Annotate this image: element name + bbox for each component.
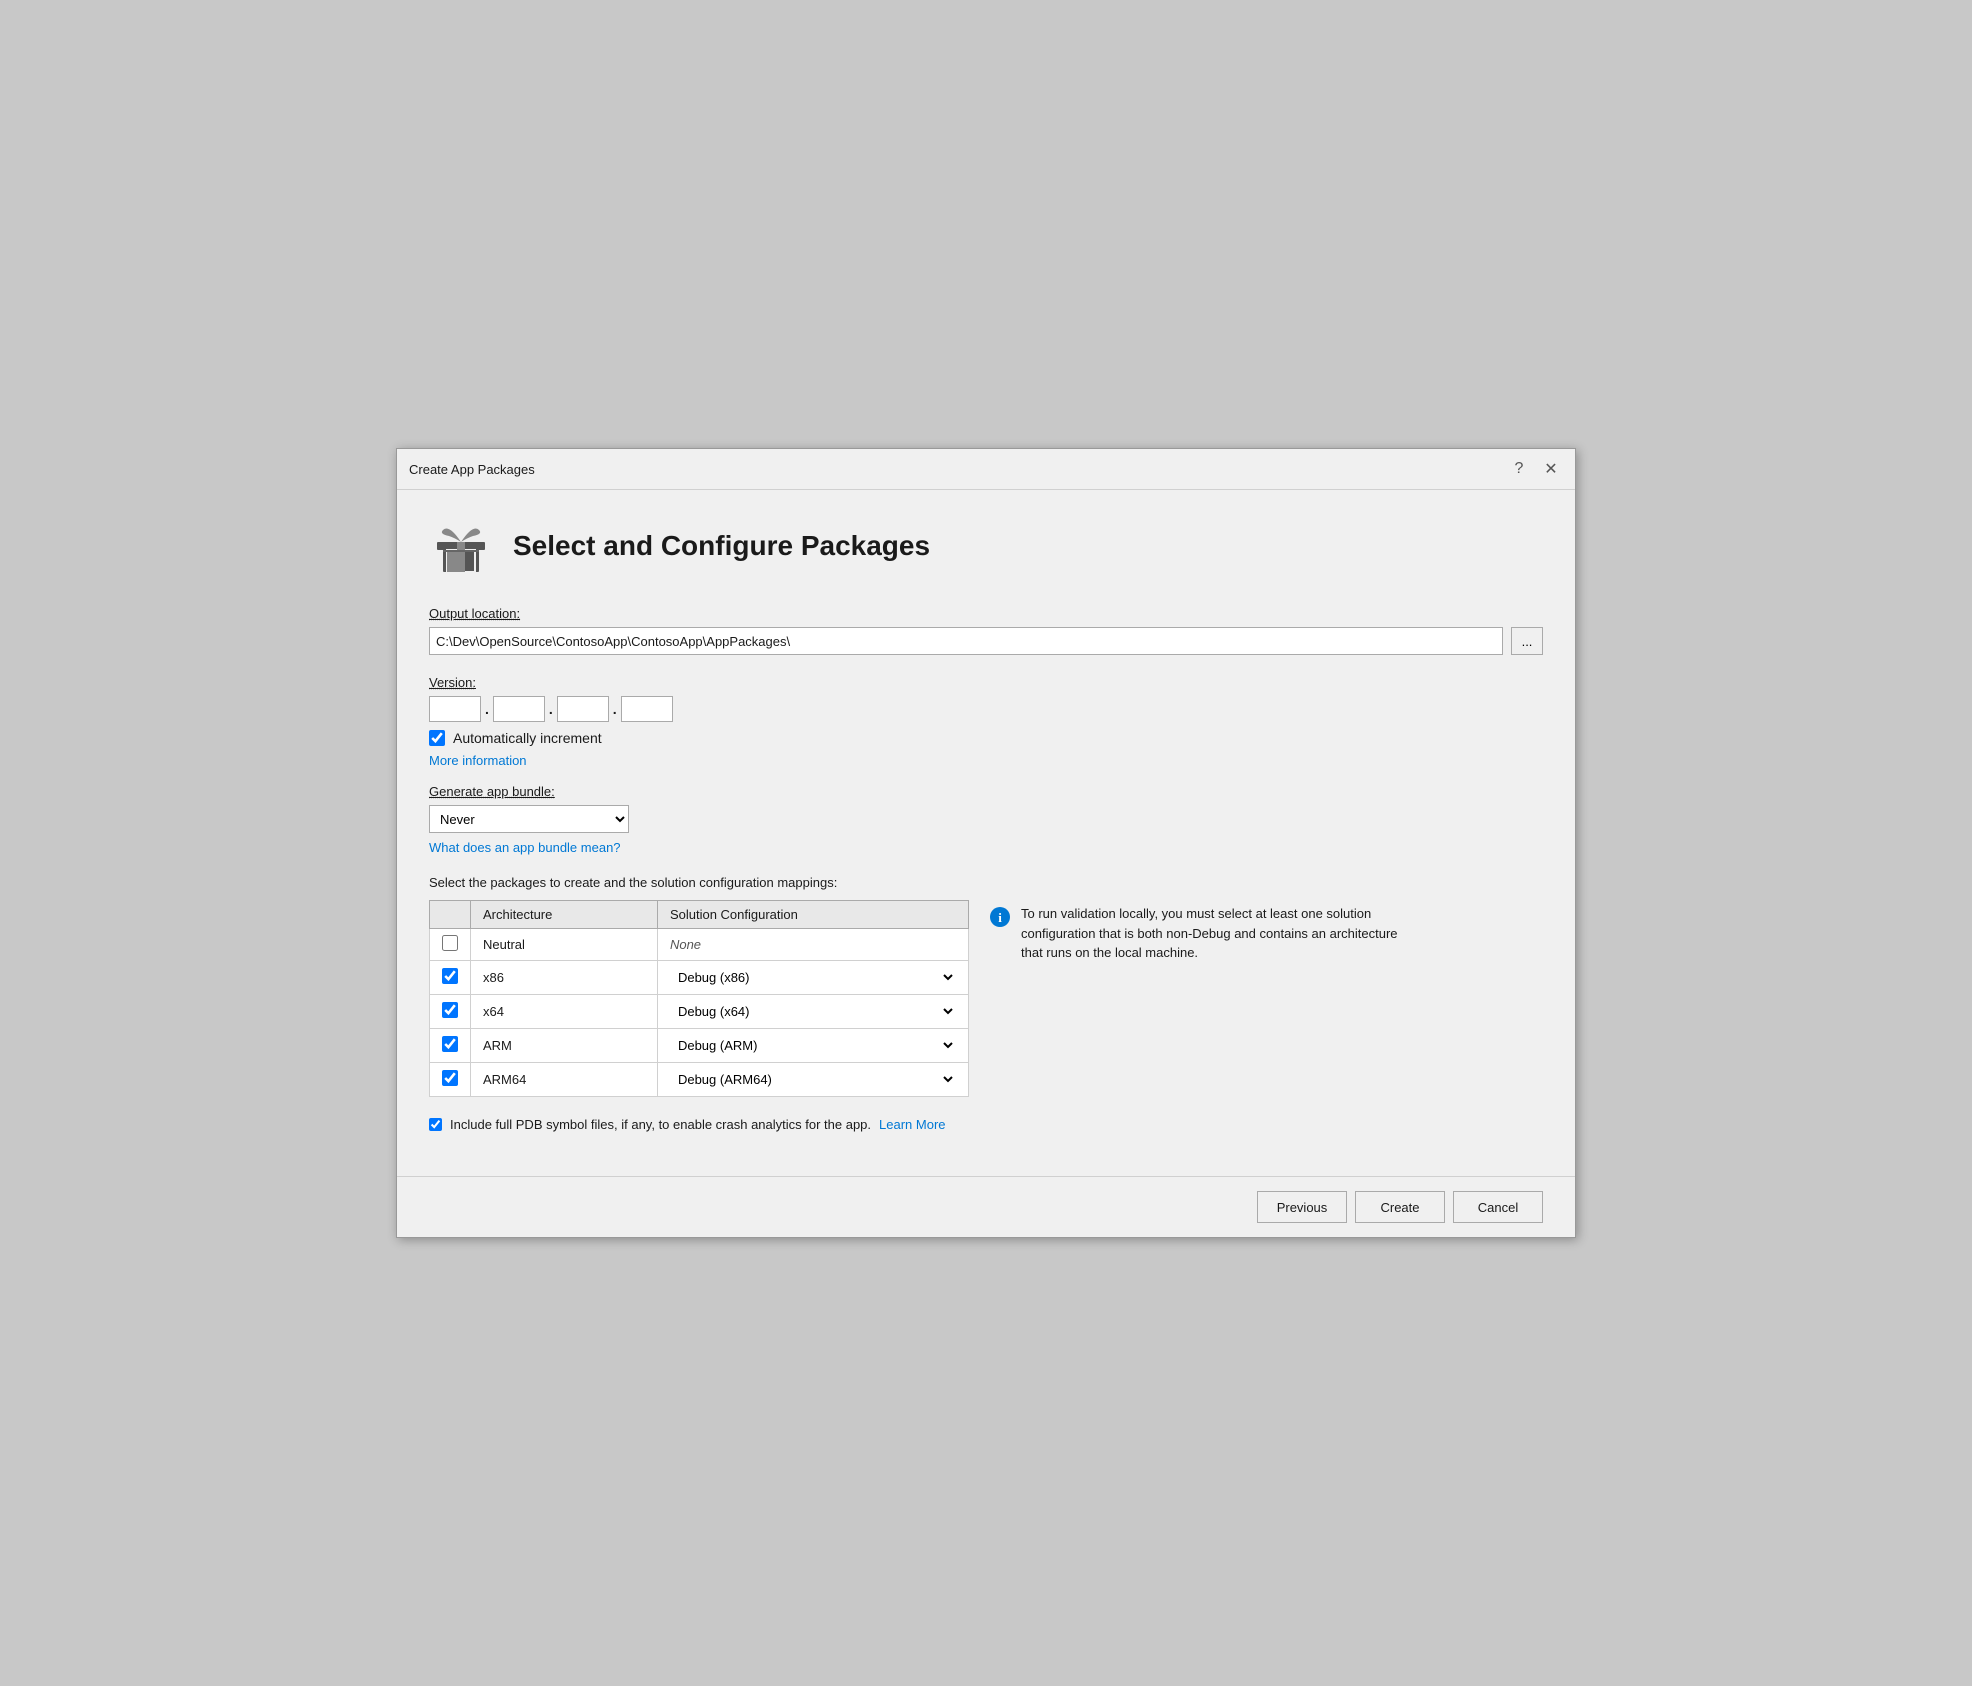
table-row: ARM Debug (x86) Debug (x64) Debug (ARM) …	[430, 1029, 969, 1063]
help-button[interactable]: ?	[1507, 457, 1531, 481]
pkg-config-select-x86[interactable]: Debug (x86) Debug (x64) Debug (ARM) Debu…	[670, 967, 956, 988]
version-dot-1: .	[485, 701, 489, 717]
version-dot-2: .	[549, 701, 553, 717]
pdb-row: Include full PDB symbol files, if any, t…	[429, 1117, 1543, 1132]
bundle-label: Generate app bundle:	[429, 784, 1543, 799]
close-button[interactable]: ✕	[1539, 457, 1563, 481]
page-title: Select and Configure Packages	[513, 530, 930, 562]
packages-content: Architecture Solution Configuration Neut…	[429, 900, 1543, 1097]
row-arch-neutral: Neutral	[471, 929, 658, 961]
version-section: Version: 1 . 0 . 1 . 0 Automatically inc…	[429, 675, 1543, 768]
title-bar-right: ? ✕	[1507, 457, 1563, 481]
output-row: ...	[429, 627, 1543, 655]
row-checkbox-cell	[430, 929, 471, 961]
create-button[interactable]: Create	[1355, 1191, 1445, 1223]
info-icon: i	[989, 906, 1011, 928]
title-bar-left: Create App Packages	[409, 462, 535, 477]
bundle-info-link[interactable]: What does an app bundle mean?	[429, 840, 621, 855]
row-config-neutral: None	[657, 929, 968, 961]
learn-more-link[interactable]: Learn More	[879, 1117, 945, 1132]
row-config-arm: Debug (x86) Debug (x64) Debug (ARM) Debu…	[657, 1029, 968, 1063]
output-path-input[interactable]	[429, 627, 1503, 655]
bundle-dropdown-row: Never Always If needed	[429, 805, 1543, 833]
cancel-button[interactable]: Cancel	[1453, 1191, 1543, 1223]
pkg-config-select-x64[interactable]: Debug (x86) Debug (x64) Debug (ARM) Debu…	[670, 1001, 956, 1022]
footer: Previous Create Cancel	[397, 1176, 1575, 1237]
info-text: To run validation locally, you must sele…	[1021, 904, 1409, 963]
row-config-x86: Debug (x86) Debug (x64) Debug (ARM) Debu…	[657, 961, 968, 995]
pkg-config-select-arm[interactable]: Debug (x86) Debug (x64) Debug (ARM) Debu…	[670, 1035, 956, 1056]
pkg-checkbox-arm64[interactable]	[442, 1070, 458, 1086]
packages-table-wrapper: Architecture Solution Configuration Neut…	[429, 900, 969, 1097]
row-config-arm64: Debug (x86) Debug (x64) Debug (ARM) Debu…	[657, 1063, 968, 1097]
pkg-checkbox-neutral[interactable]	[442, 935, 458, 951]
row-arch-x64: x64	[471, 995, 658, 1029]
pkg-checkbox-x86[interactable]	[442, 968, 458, 984]
output-location-section: Output location: ...	[429, 606, 1543, 655]
col-header-checkbox	[430, 901, 471, 929]
row-arch-arm64: ARM64	[471, 1063, 658, 1097]
table-row: x64 Debug (x86) Debug (x64) Debug (ARM) …	[430, 995, 969, 1029]
pkg-checkbox-x64[interactable]	[442, 1002, 458, 1018]
pdb-checkbox[interactable]	[429, 1118, 442, 1131]
packages-section-label: Select the packages to create and the so…	[429, 875, 1543, 890]
app-icon	[429, 514, 493, 578]
col-header-solution-config: Solution Configuration	[657, 901, 968, 929]
previous-button[interactable]: Previous	[1257, 1191, 1347, 1223]
main-content: Select and Configure Packages Output loc…	[397, 490, 1575, 1176]
version-dot-3: .	[613, 701, 617, 717]
table-row: x86 Debug (x86) Debug (x64) Debug (ARM) …	[430, 961, 969, 995]
auto-increment-row: Automatically increment	[429, 730, 1543, 746]
dialog: Create App Packages ? ✕	[396, 448, 1576, 1238]
row-config-x64: Debug (x86) Debug (x64) Debug (ARM) Debu…	[657, 995, 968, 1029]
pdb-label: Include full PDB symbol files, if any, t…	[450, 1117, 871, 1132]
row-checkbox-cell	[430, 961, 471, 995]
version-label: Version:	[429, 675, 1543, 690]
auto-increment-label: Automatically increment	[453, 730, 602, 746]
version-major[interactable]: 1	[429, 696, 481, 722]
info-box: i To run validation locally, you must se…	[989, 900, 1409, 963]
row-checkbox-cell	[430, 1063, 471, 1097]
version-minor[interactable]: 0	[493, 696, 545, 722]
col-header-architecture: Architecture	[471, 901, 658, 929]
svg-text:i: i	[998, 910, 1002, 925]
row-arch-x86: x86	[471, 961, 658, 995]
row-checkbox-cell	[430, 1029, 471, 1063]
more-info-link[interactable]: More information	[429, 753, 527, 768]
bundle-section: Generate app bundle: Never Always If nee…	[429, 784, 1543, 855]
header-section: Select and Configure Packages	[429, 514, 1543, 578]
pkg-config-select-arm64[interactable]: Debug (x86) Debug (x64) Debug (ARM) Debu…	[670, 1069, 956, 1090]
version-revision[interactable]: 0	[621, 696, 673, 722]
pkg-checkbox-arm[interactable]	[442, 1036, 458, 1052]
packages-section: Select the packages to create and the so…	[429, 875, 1543, 1097]
packages-table: Architecture Solution Configuration Neut…	[429, 900, 969, 1097]
table-row: ARM64 Debug (x86) Debug (x64) Debug (ARM…	[430, 1063, 969, 1097]
row-arch-arm: ARM	[471, 1029, 658, 1063]
version-build[interactable]: 1	[557, 696, 609, 722]
browse-button[interactable]: ...	[1511, 627, 1543, 655]
version-row: 1 . 0 . 1 . 0	[429, 696, 1543, 722]
row-checkbox-cell	[430, 995, 471, 1029]
bundle-select[interactable]: Never Always If needed	[429, 805, 629, 833]
output-location-label: Output location:	[429, 606, 1543, 621]
dialog-title: Create App Packages	[409, 462, 535, 477]
table-row: Neutral None	[430, 929, 969, 961]
auto-increment-checkbox[interactable]	[429, 730, 445, 746]
title-bar: Create App Packages ? ✕	[397, 449, 1575, 490]
table-header-row: Architecture Solution Configuration	[430, 901, 969, 929]
